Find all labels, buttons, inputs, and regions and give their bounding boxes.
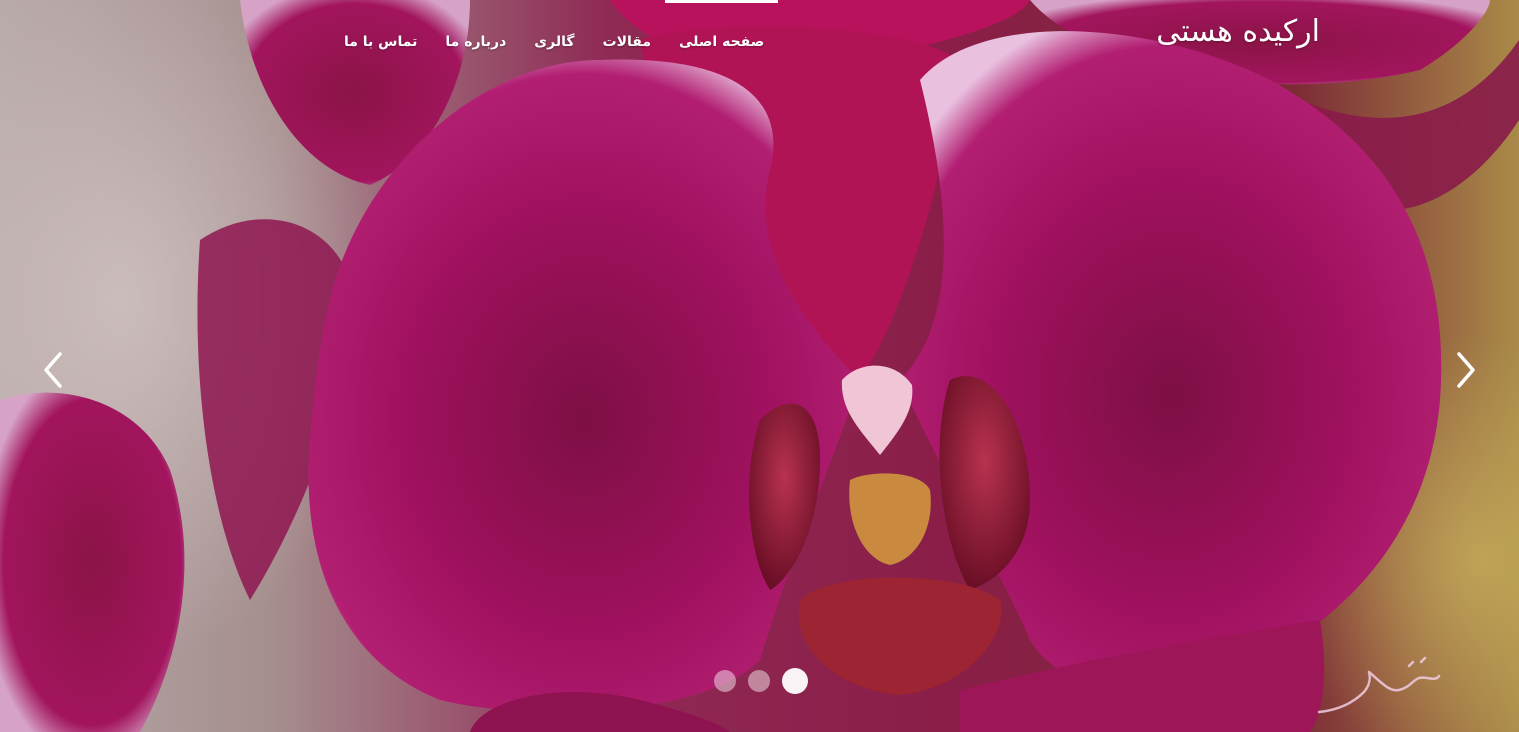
slider-dot-3[interactable] — [782, 668, 808, 694]
nav-item-contact[interactable]: تماس با ما — [330, 0, 431, 60]
nav-item-home[interactable]: صفحه اصلی — [665, 0, 779, 60]
nav-item-articles[interactable]: مقالات — [589, 0, 666, 60]
slider-prev-button[interactable] — [32, 340, 72, 400]
nav-item-gallery[interactable]: گالری — [520, 0, 588, 60]
signature-watermark — [1317, 656, 1441, 714]
column — [841, 365, 913, 455]
site-brand-logo[interactable]: ارکیده هستی — [1156, 14, 1320, 49]
lip-left-lobe — [749, 403, 820, 590]
main-nav: صفحه اصلی مقالات گالری درباره ما تماس با… — [330, 0, 779, 90]
slider-dot-1[interactable] — [714, 670, 736, 692]
callus — [849, 473, 931, 565]
back-petal-left-low — [0, 392, 185, 732]
nav-item-about[interactable]: درباره ما — [431, 0, 520, 60]
slider-dot-2[interactable] — [748, 670, 770, 692]
top-navigation-bar: ارکیده هستی صفحه اصلی مقالات گالری دربار… — [0, 0, 1519, 90]
slider-next-button[interactable] — [1447, 340, 1487, 400]
chevron-left-icon — [44, 352, 62, 388]
chevron-right-icon — [1457, 352, 1475, 388]
slider-pagination — [714, 668, 808, 694]
hero-slider: ارکیده هستی صفحه اصلی مقالات گالری دربار… — [0, 0, 1519, 732]
orchid-slide-image — [0, 0, 1519, 732]
lip-center — [798, 577, 1002, 695]
